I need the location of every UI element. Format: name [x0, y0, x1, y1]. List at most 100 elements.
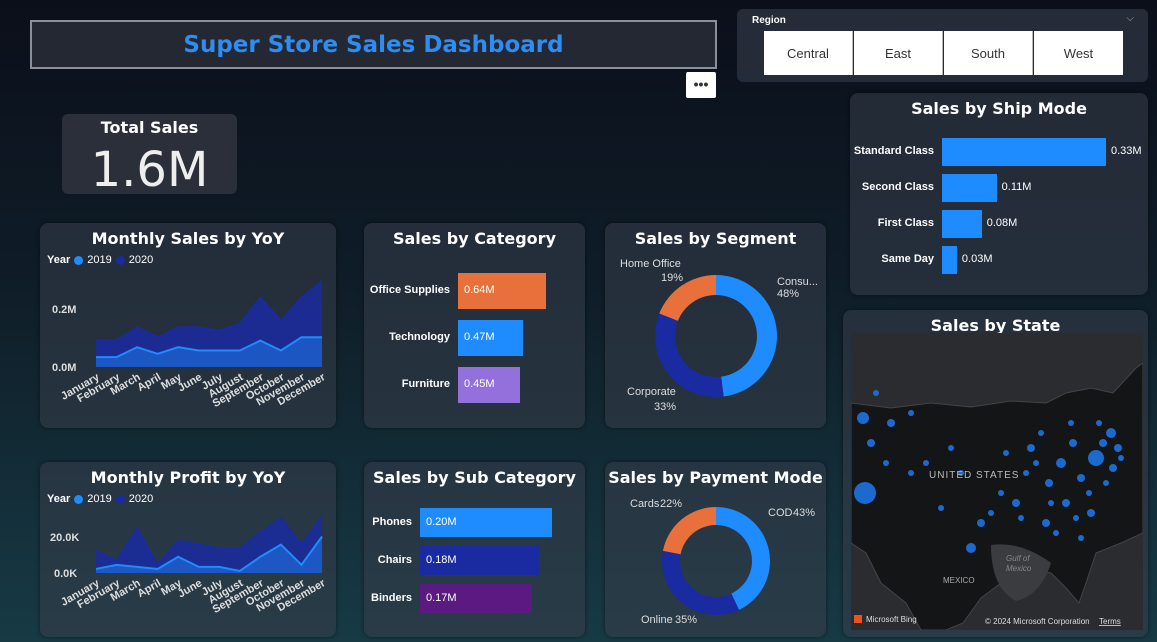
- region-option-east[interactable]: East: [854, 31, 943, 75]
- donut-slice[interactable]: [662, 507, 716, 555]
- chevron-down-icon[interactable]: ⌵: [1126, 13, 1134, 24]
- donut-slice[interactable]: [716, 507, 770, 610]
- state-bubble[interactable]: [908, 470, 914, 476]
- state-bubble[interactable]: [1099, 439, 1107, 447]
- slice-pct-label: 33%: [654, 401, 676, 413]
- state-bubble[interactable]: [923, 460, 929, 466]
- region-label: Region: [752, 15, 786, 26]
- state-bubble[interactable]: [854, 482, 876, 504]
- category-card: Sales by Category Office Supplies 0.64M Te…: [364, 223, 585, 428]
- state-bubble[interactable]: [1103, 480, 1109, 486]
- region-option-west[interactable]: West: [1034, 31, 1123, 75]
- bar-value-label: 0.47M: [464, 331, 495, 343]
- state-bubble[interactable]: [1003, 450, 1009, 456]
- sub-category-bars: Phones 0.20M Chairs 0.18M Binders 0.17M: [364, 462, 585, 637]
- state-bubble[interactable]: [977, 519, 985, 527]
- gulf-label: Gulf of: [1006, 554, 1030, 563]
- copyright-label: © 2024 Microsoft Corporation: [985, 617, 1090, 626]
- state-bubble[interactable]: [1118, 455, 1124, 461]
- state-bubble[interactable]: [1106, 428, 1116, 438]
- state-bubble[interactable]: [873, 390, 879, 396]
- monthly-sales-card: Monthly Sales by YoY Year 2019 2020 0.2M…: [40, 223, 336, 428]
- monthly-profit-chart: 20.0K 0.0K JanuaryFebruaryMarchAprilMayJ…: [50, 515, 328, 616]
- bar[interactable]: [942, 210, 982, 238]
- state-bubble[interactable]: [1038, 430, 1044, 436]
- sub-category-card: Sales by Sub Category Phones 0.20M Chairs 0…: [364, 462, 585, 637]
- bar-category-label: Technology: [389, 331, 450, 343]
- state-bubble[interactable]: [1042, 519, 1050, 527]
- mexico-label: MEXICO: [943, 576, 975, 585]
- state-bubble[interactable]: [1088, 450, 1104, 466]
- slice-pct-label: 19%: [661, 272, 683, 284]
- bar-category-label: Second Class: [861, 181, 934, 193]
- bar-category-label: Standard Class: [853, 145, 934, 157]
- state-bubble[interactable]: [1033, 460, 1039, 466]
- terms-link[interactable]: Terms: [1099, 617, 1121, 626]
- dashboard-title-box: Super Store Sales Dashboard: [30, 20, 717, 69]
- bar-value-label: 0.33M: [1111, 145, 1142, 157]
- state-bubble[interactable]: [1018, 515, 1024, 521]
- state-bubble[interactable]: [1053, 530, 1059, 536]
- bar[interactable]: [942, 174, 997, 202]
- kpi-title: Total Sales: [100, 118, 199, 137]
- state-bubble[interactable]: [1056, 458, 1066, 468]
- state-bubble[interactable]: [1086, 490, 1092, 496]
- bar-category-label: Chairs: [377, 553, 412, 566]
- gulf-label-2: Mexico: [1006, 564, 1032, 573]
- state-bubble[interactable]: [883, 460, 889, 466]
- bar-value-label: 0.03M: [961, 253, 993, 265]
- state-bubble[interactable]: [1023, 470, 1029, 476]
- more-options-button[interactable]: •••: [686, 72, 716, 98]
- region-option-south[interactable]: South: [944, 31, 1033, 75]
- donut-slice[interactable]: [662, 550, 739, 615]
- bar-value-label: 0.45M: [464, 378, 495, 390]
- state-bubble[interactable]: [998, 490, 1004, 496]
- state-bubble[interactable]: [988, 510, 994, 516]
- bar-value-label: 0.17M: [426, 591, 457, 604]
- slice-category-label: Corporate: [627, 386, 676, 398]
- segment-donut: Home Office 19% Consu... 48% Corporate 3…: [620, 258, 818, 413]
- state-bubble[interactable]: [1068, 420, 1074, 426]
- bing-label: Microsoft Bing: [866, 615, 917, 624]
- slice-pct-label: 43%: [793, 507, 815, 519]
- state-bubble[interactable]: [1087, 509, 1095, 517]
- state-bubble[interactable]: [938, 505, 944, 511]
- state-bubble[interactable]: [1045, 479, 1053, 487]
- state-bubble[interactable]: [966, 543, 976, 553]
- slice-pct-label: 35%: [675, 614, 697, 626]
- region-option-central[interactable]: Central: [764, 31, 853, 75]
- state-bubble[interactable]: [1078, 535, 1084, 541]
- state-bubble[interactable]: [1077, 474, 1085, 482]
- state-bubble[interactable]: [867, 439, 875, 447]
- kpi-value: 1.6M: [90, 142, 209, 198]
- state-bubble[interactable]: [887, 419, 895, 427]
- bar-category-label: Same Day: [881, 253, 934, 265]
- state-bubble[interactable]: [1096, 420, 1102, 426]
- slice-category-label: Cards: [630, 498, 660, 510]
- donut-slice[interactable]: [655, 313, 724, 397]
- bar-value-label: 0.08M: [986, 217, 1018, 229]
- state-map-card: Sales by State UNITED STATES Gulf of Mex…: [843, 310, 1148, 637]
- state-bubble[interactable]: [1109, 464, 1117, 472]
- monthly-sales-chart: 0.2M 0.0M JanuaryFebruaryMarchAprilMayJu…: [52, 280, 328, 410]
- donut-slice[interactable]: [716, 275, 777, 397]
- bar-category-label: Binders: [371, 591, 412, 604]
- slice-pct-label: 22%: [660, 498, 682, 510]
- state-bubble[interactable]: [1069, 439, 1077, 447]
- state-bubble[interactable]: [1073, 515, 1079, 521]
- slice-category-label: Home Office: [620, 258, 681, 270]
- bar-value-label: 0.11M: [1001, 181, 1032, 193]
- state-bubble[interactable]: [1062, 499, 1070, 507]
- state-bubble[interactable]: [857, 412, 869, 424]
- state-bubble[interactable]: [1012, 499, 1020, 507]
- state-bubble[interactable]: [1048, 500, 1054, 506]
- state-bubble[interactable]: [1027, 444, 1035, 452]
- state-bubble[interactable]: [908, 410, 914, 416]
- bing-logo: [854, 615, 862, 623]
- state-bubble[interactable]: [948, 445, 954, 451]
- bar[interactable]: [942, 138, 1106, 166]
- ship-mode-card: Sales by Ship Mode Standard Class 0.33M Se…: [850, 93, 1148, 295]
- state-map[interactable]: UNITED STATES Gulf of Mexico MEXICO Micr…: [851, 333, 1143, 630]
- bar[interactable]: [942, 246, 957, 274]
- state-bubble[interactable]: [1114, 444, 1122, 452]
